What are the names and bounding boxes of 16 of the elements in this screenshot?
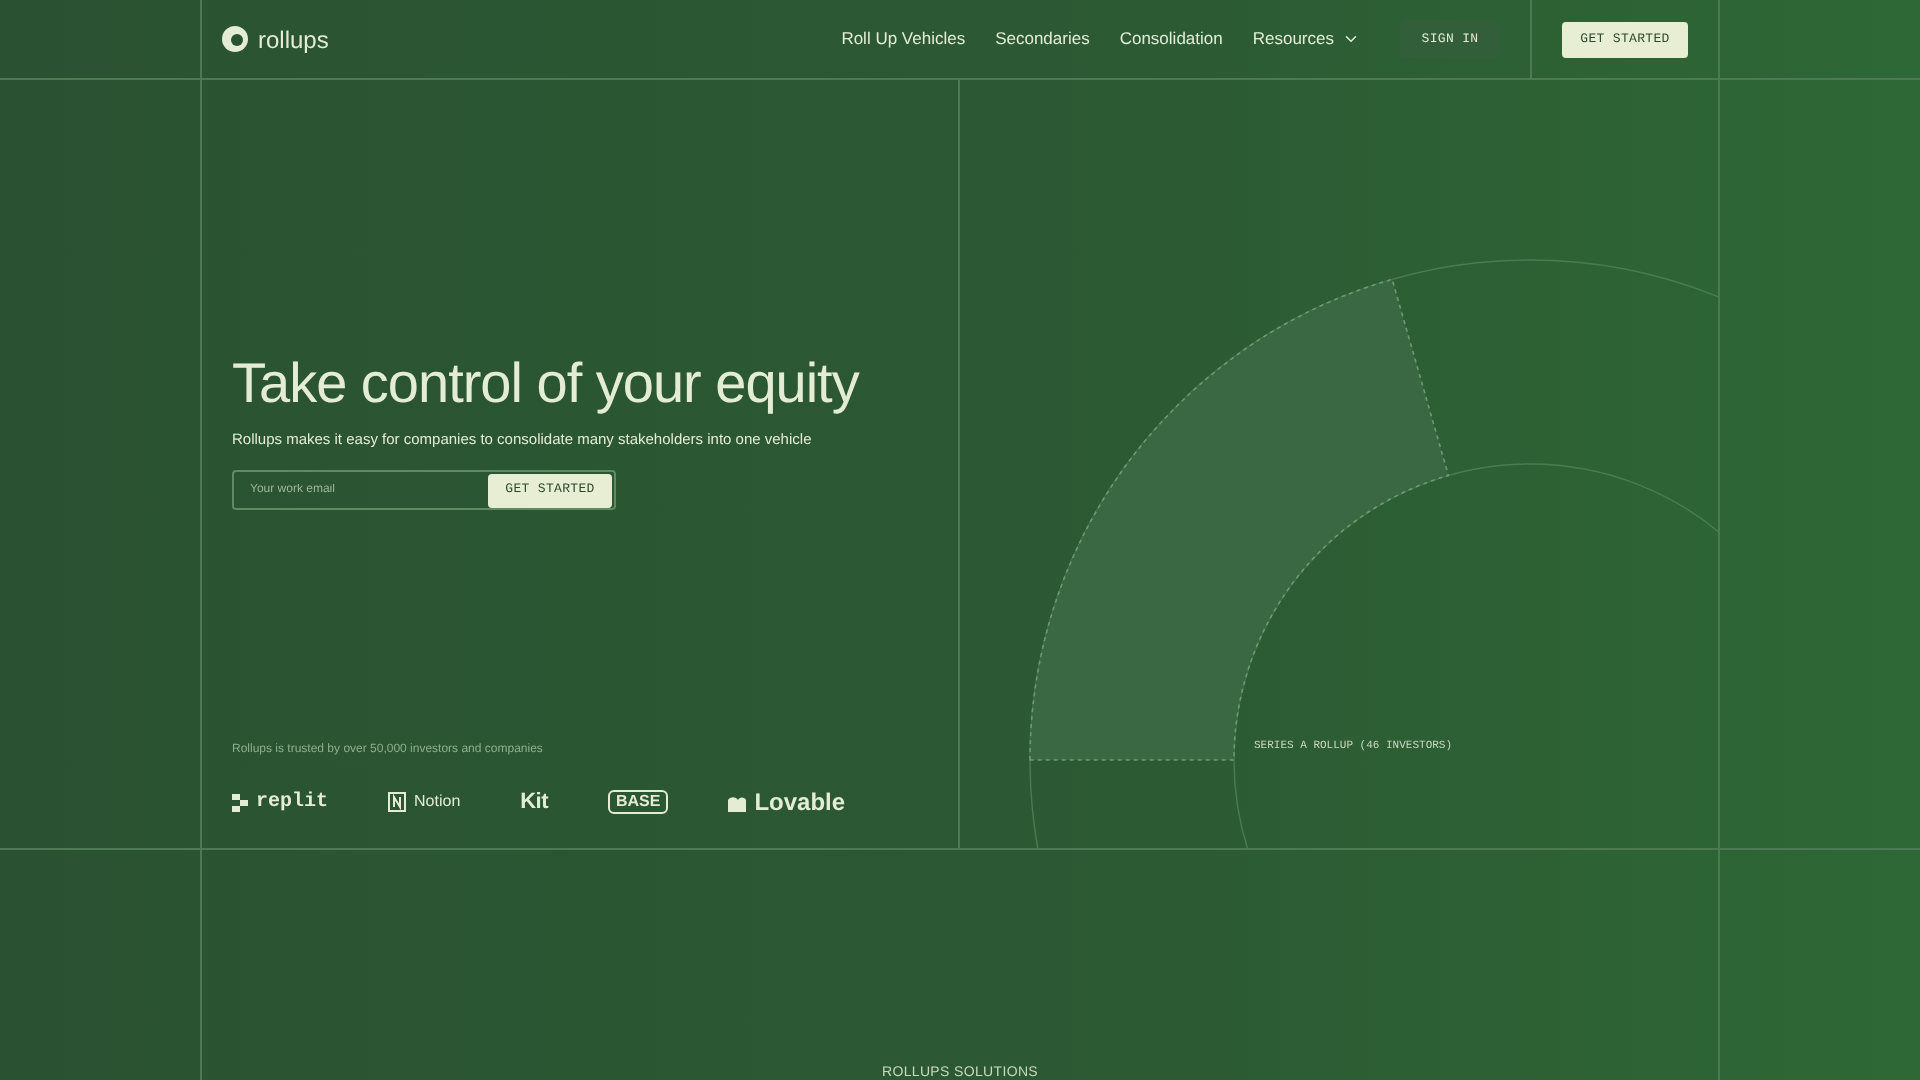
brand-name: rollups [258,23,329,57]
logo-text: Lovable [754,786,846,820]
blocks-icon [232,793,248,811]
heart-shape-icon [728,793,747,811]
logo-text: Kit [520,787,548,818]
nav-link[interactable]: Roll Up Vehicles [841,26,966,52]
nav-link[interactable]: Consolidation [1119,26,1223,52]
nav-link[interactable]: Secondaries [995,26,1090,52]
brand-logo-icon [222,26,248,52]
nav-link[interactable]: Resources [1252,26,1360,52]
logo-text: Notion [414,790,461,814]
logo-text: replit [256,789,329,817]
logo-text: BASE [607,790,669,814]
chevron-down-icon [1342,30,1360,48]
n-square-icon [388,792,407,812]
hero-title: Take control of your equity [232,352,862,416]
